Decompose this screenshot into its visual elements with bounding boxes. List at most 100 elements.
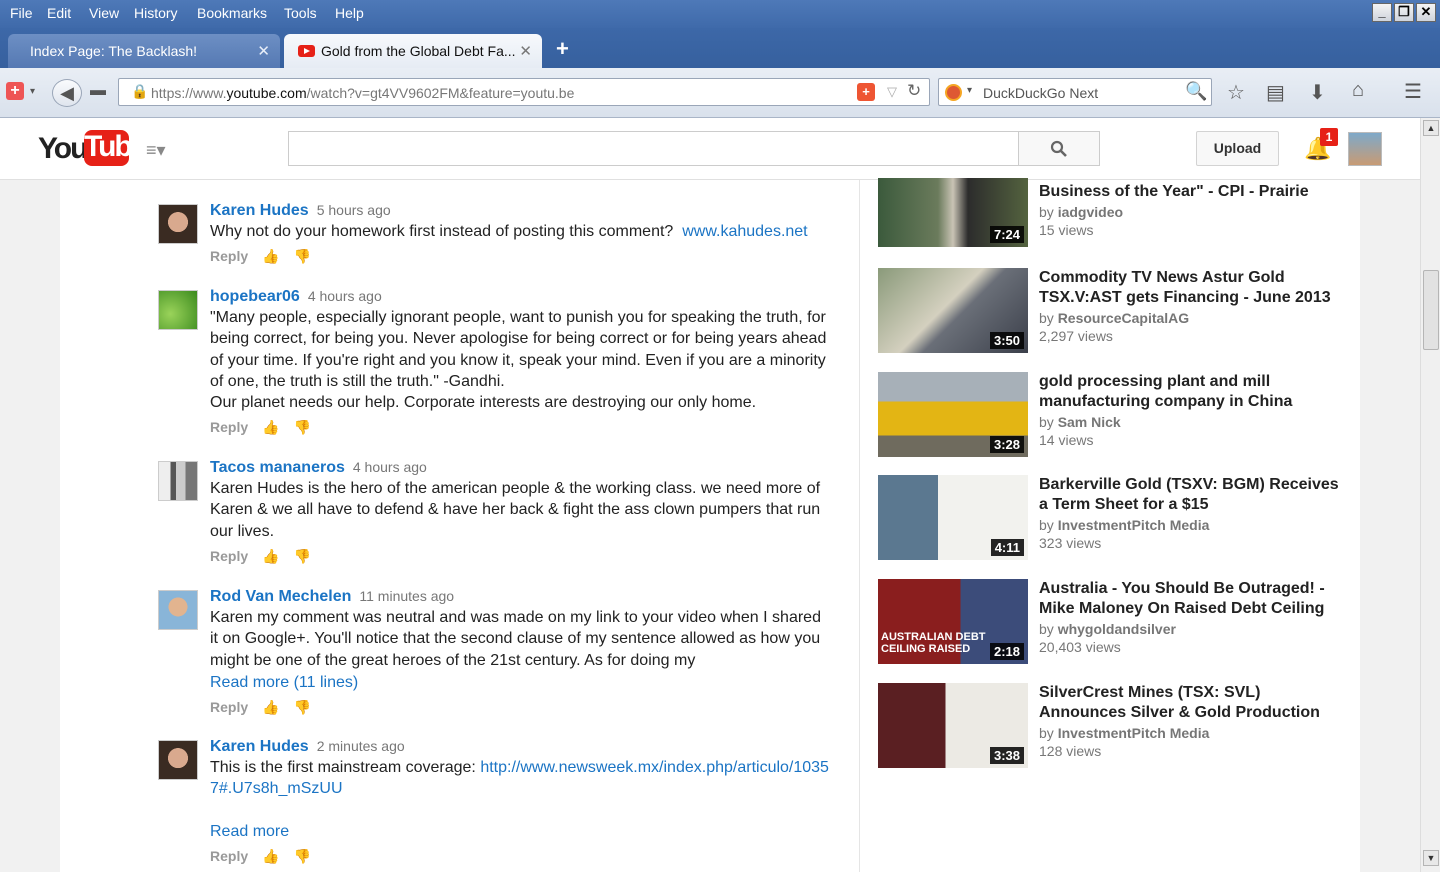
upload-button[interactable]: Upload bbox=[1196, 131, 1279, 166]
video-channel[interactable]: ResourceCapitalAG bbox=[1058, 310, 1189, 326]
thumbs-down-icon[interactable]: 👎 bbox=[294, 548, 311, 565]
reply-button[interactable]: Reply bbox=[210, 248, 248, 264]
scrollbar-thumb[interactable] bbox=[1423, 270, 1439, 350]
video-title[interactable]: Commodity TV News Astur Gold TSX.V:AST g… bbox=[1039, 268, 1339, 308]
related-video[interactable]: 3:50 Commodity TV News Astur Gold TSX.V:… bbox=[878, 268, 1338, 358]
video-title[interactable]: gold processing plant and mill manufactu… bbox=[1039, 372, 1339, 412]
video-channel[interactable]: InvestmentPitch Media bbox=[1058, 517, 1210, 533]
url-bar[interactable]: 🔒 https://www.youtube.com/watch?v=gt4VV9… bbox=[118, 78, 930, 106]
guide-menu-icon[interactable]: ≡▾ bbox=[146, 140, 166, 161]
video-thumbnail[interactable]: 7:24 bbox=[878, 178, 1028, 247]
thumbs-up-icon[interactable]: 👍 bbox=[262, 699, 279, 716]
close-tab-icon[interactable]: ✕ bbox=[519, 42, 532, 60]
chevron-down-icon[interactable]: ▾ bbox=[30, 86, 35, 97]
video-thumbnail[interactable]: AUSTRALIAN DEBT CEILING RAISED 2:18 bbox=[878, 579, 1028, 664]
video-channel[interactable]: iadgvideo bbox=[1058, 204, 1123, 220]
menu-history[interactable]: History bbox=[134, 5, 178, 21]
reply-button[interactable]: Reply bbox=[210, 548, 248, 564]
related-video[interactable]: 3:28 gold processing plant and mill manu… bbox=[878, 372, 1338, 462]
video-thumbnail[interactable]: 3:50 bbox=[878, 268, 1028, 353]
thumbs-up-icon[interactable]: 👍 bbox=[262, 548, 279, 565]
menu-file[interactable]: File bbox=[10, 5, 33, 21]
avatar[interactable] bbox=[1348, 132, 1382, 166]
video-title[interactable]: Business of the Year" - CPI - Prairie bbox=[1039, 182, 1339, 202]
by-label: by bbox=[1039, 725, 1054, 741]
comment-author[interactable]: Karen Hudes bbox=[210, 202, 309, 219]
minimize-button[interactable]: _ bbox=[1372, 3, 1392, 22]
comment-text: Why not do your homework first instead o… bbox=[210, 223, 674, 240]
related-video[interactable]: 4:11 Barkerville Gold (TSXV: BGM) Receiv… bbox=[878, 475, 1339, 565]
vertical-scrollbar[interactable]: ▲ ▼ bbox=[1420, 118, 1440, 872]
menu-help[interactable]: Help bbox=[335, 5, 364, 21]
avatar[interactable] bbox=[158, 740, 198, 780]
thumbs-down-icon[interactable]: 👎 bbox=[294, 248, 311, 265]
avatar[interactable] bbox=[158, 290, 198, 330]
scroll-down-arrow-icon[interactable]: ▼ bbox=[1423, 850, 1439, 866]
comment-time[interactable]: 4 hours ago bbox=[308, 288, 382, 304]
tab-youtube[interactable]: Gold from the Global Debt Fa... ✕ bbox=[284, 34, 542, 68]
comment-author[interactable]: Karen Hudes bbox=[210, 738, 309, 755]
bookmark-star-icon[interactable]: ☆ bbox=[1227, 80, 1245, 105]
avatar[interactable] bbox=[158, 590, 198, 630]
menu-view[interactable]: View bbox=[89, 5, 119, 21]
comment-author[interactable]: hopebear06 bbox=[210, 288, 300, 305]
related-video[interactable]: 7:24 Business of the Year" - CPI - Prair… bbox=[878, 178, 1339, 270]
tab-index-page[interactable]: Index Page: The Backlash! ✕ bbox=[8, 34, 280, 68]
comment-author[interactable]: Rod Van Mechelen bbox=[210, 588, 351, 605]
reload-icon[interactable]: ↻ bbox=[907, 81, 921, 101]
comment-time[interactable]: 5 hours ago bbox=[317, 202, 391, 218]
thumbs-up-icon[interactable]: 👍 bbox=[262, 848, 279, 865]
video-channel[interactable]: Sam Nick bbox=[1058, 414, 1121, 430]
thumbs-down-icon[interactable]: 👎 bbox=[294, 848, 311, 865]
menu-edit[interactable]: Edit bbox=[47, 5, 71, 21]
site-identity-icon[interactable]: ▬ bbox=[90, 82, 106, 100]
comment-time[interactable]: 11 minutes ago bbox=[359, 588, 454, 604]
video-title[interactable]: Australia - You Should Be Outraged! - Mi… bbox=[1039, 579, 1339, 619]
comment-time[interactable]: 2 minutes ago bbox=[317, 738, 405, 754]
menu-tools[interactable]: Tools bbox=[284, 5, 317, 21]
video-channel[interactable]: InvestmentPitch Media bbox=[1058, 725, 1210, 741]
related-video[interactable]: AUSTRALIAN DEBT CEILING RAISED 2:18 Aust… bbox=[878, 579, 1338, 669]
addon-plus-icon[interactable]: + bbox=[6, 82, 24, 100]
video-thumbnail[interactable]: 3:38 bbox=[878, 683, 1028, 768]
back-arrow-icon[interactable]: ◀ bbox=[52, 79, 82, 107]
maximize-button[interactable]: ❐ bbox=[1394, 3, 1414, 22]
video-thumbnail[interactable]: 4:11 bbox=[878, 475, 1028, 560]
video-title[interactable]: Barkerville Gold (TSXV: BGM) Receives a … bbox=[1039, 475, 1339, 515]
close-window-button[interactable]: ✕ bbox=[1416, 3, 1436, 22]
avatar[interactable] bbox=[158, 204, 198, 244]
close-tab-icon[interactable]: ✕ bbox=[257, 42, 270, 60]
reply-button[interactable]: Reply bbox=[210, 848, 248, 864]
search-box[interactable]: ▾ DuckDuckGo Next 🔍 bbox=[938, 78, 1212, 106]
related-video[interactable]: 3:38 SilverCrest Mines (TSX: SVL) Announ… bbox=[878, 683, 1338, 773]
video-thumbnail[interactable]: 3:28 bbox=[878, 372, 1028, 457]
avatar[interactable] bbox=[158, 461, 198, 501]
thumbs-down-icon[interactable]: 👎 bbox=[294, 699, 311, 716]
hamburger-menu-icon[interactable]: ☰ bbox=[1404, 79, 1422, 104]
duckduckgo-icon[interactable] bbox=[945, 84, 962, 101]
read-more-link[interactable]: Read more (11 lines) bbox=[210, 674, 358, 691]
comment-link[interactable]: www.kahudes.net bbox=[682, 223, 807, 240]
comment-author[interactable]: Tacos mananeros bbox=[210, 459, 345, 476]
thumbs-up-icon[interactable]: 👍 bbox=[262, 419, 279, 436]
menu-bookmarks[interactable]: Bookmarks bbox=[197, 5, 267, 21]
home-icon[interactable]: ⌂ bbox=[1352, 79, 1364, 102]
comment-time[interactable]: 4 hours ago bbox=[353, 459, 427, 475]
read-more-link[interactable]: Read more bbox=[210, 823, 289, 840]
chevron-down-icon[interactable]: ▾ bbox=[967, 85, 972, 96]
reply-button[interactable]: Reply bbox=[210, 419, 248, 435]
video-title[interactable]: SilverCrest Mines (TSX: SVL) Announces S… bbox=[1039, 683, 1339, 723]
scroll-up-arrow-icon[interactable]: ▲ bbox=[1423, 120, 1439, 136]
downloads-icon[interactable]: ⬇ bbox=[1309, 80, 1326, 105]
youtube-search-button[interactable] bbox=[1018, 131, 1100, 166]
thumbs-up-icon[interactable]: 👍 bbox=[262, 248, 279, 265]
addon-plus-icon[interactable]: + bbox=[857, 83, 875, 101]
new-tab-button[interactable]: + bbox=[556, 36, 569, 62]
url-history-dropdown-icon[interactable]: ▽ bbox=[887, 84, 897, 100]
video-channel[interactable]: whygoldandsilver bbox=[1058, 621, 1176, 637]
reply-button[interactable]: Reply bbox=[210, 699, 248, 715]
bookmarks-menu-icon[interactable]: ▤ bbox=[1266, 80, 1285, 105]
youtube-search-input[interactable] bbox=[288, 131, 1019, 166]
thumbs-down-icon[interactable]: 👎 bbox=[294, 419, 311, 436]
magnifier-icon[interactable]: 🔍 bbox=[1185, 81, 1207, 102]
